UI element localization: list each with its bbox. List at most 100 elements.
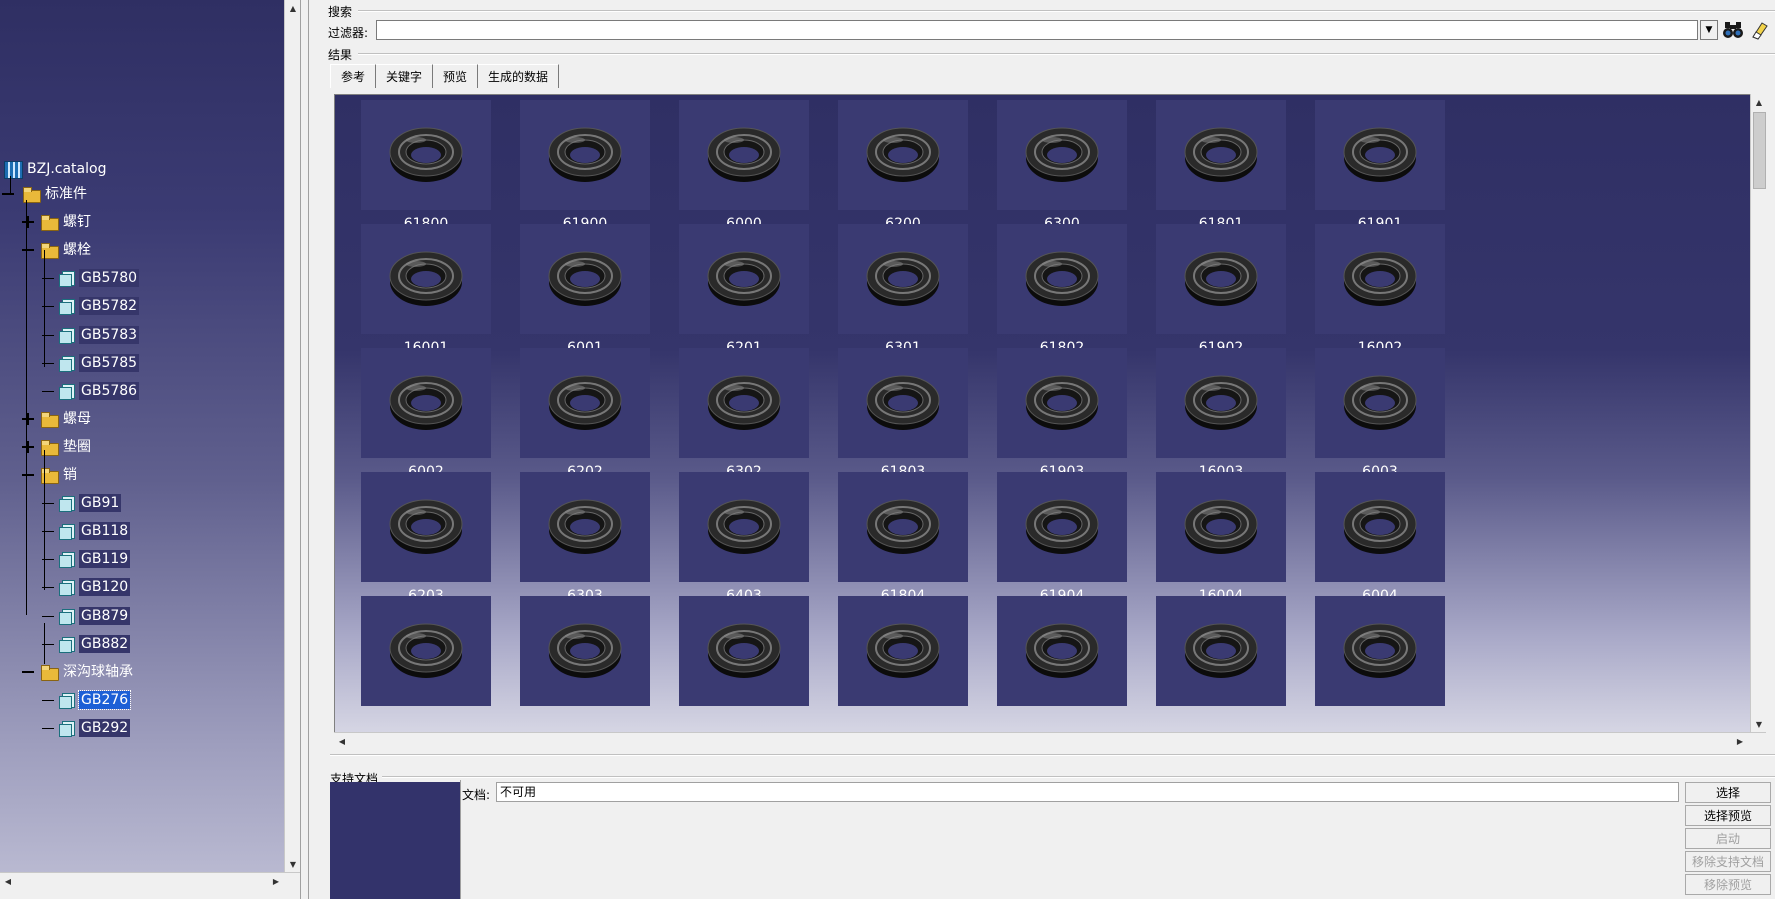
result-item[interactable]: 6003 (1315, 348, 1445, 488)
result-item[interactable]: 61901 (1315, 100, 1445, 240)
document-icon (58, 692, 76, 709)
bearing-thumbnail-icon (1315, 472, 1445, 582)
doc-value-field[interactable]: 不可用 (496, 782, 1679, 802)
tree-horizontal-scrollbar[interactable]: ◀ ▶ (0, 872, 300, 889)
tree-node[interactable]: GB879 (58, 605, 131, 627)
result-item[interactable]: 61800 (361, 100, 491, 240)
expand-plus-icon[interactable] (22, 412, 34, 425)
scroll-left-arrow-icon[interactable]: ◀ (334, 733, 350, 749)
result-item[interactable]: 6301 (838, 224, 968, 364)
result-item[interactable]: 16004 (1156, 472, 1286, 612)
result-item[interactable]: 6001 (520, 224, 650, 364)
tab-preview[interactable]: 预览 (433, 64, 479, 88)
result-item[interactable]: 6202 (520, 348, 650, 488)
tree-node[interactable]: GB292 (58, 717, 131, 739)
folder-icon (22, 186, 41, 203)
result-item[interactable]: 6302 (679, 348, 809, 488)
tab-generated-data[interactable]: 生成的数据 (478, 64, 560, 88)
bearing-thumbnail-icon (838, 596, 968, 706)
scroll-down-arrow-icon[interactable]: ▼ (1751, 716, 1767, 732)
result-item[interactable] (997, 596, 1127, 733)
result-item[interactable]: 61804 (838, 472, 968, 612)
tree-node[interactable]: 垫圈 (40, 436, 93, 458)
tree-node[interactable]: 螺母 (40, 408, 93, 430)
result-item[interactable]: 6200 (838, 100, 968, 240)
tree-node-label: GB5780 (79, 269, 140, 288)
scroll-thumb[interactable] (1753, 112, 1766, 189)
launch-button[interactable]: 启动 (1685, 828, 1771, 849)
result-item[interactable]: 6300 (997, 100, 1127, 240)
collapse-minus-icon[interactable] (22, 244, 34, 256)
result-item[interactable]: 61802 (997, 224, 1127, 364)
select-preview-button[interactable]: 选择预览 (1685, 805, 1771, 826)
result-item[interactable]: 6002 (361, 348, 491, 488)
remove-support-doc-button[interactable]: 移除支持文档 (1685, 851, 1771, 872)
result-item[interactable] (838, 596, 968, 733)
result-item[interactable] (1315, 596, 1445, 733)
results-horizontal-scrollbar[interactable]: ◀ ▶ (334, 732, 1766, 749)
results-vertical-scrollbar[interactable]: ▲ ▼ (1750, 94, 1767, 732)
tree-node[interactable]: GB276 (58, 689, 132, 711)
tree-vertical-scrollbar[interactable]: ▲ ▼ (284, 0, 301, 872)
scroll-left-arrow-icon[interactable]: ◀ (0, 873, 16, 889)
expand-plus-icon[interactable] (22, 440, 34, 453)
result-item[interactable]: 61902 (1156, 224, 1286, 364)
remove-preview-button[interactable]: 移除预览 (1685, 874, 1771, 895)
eraser-clear-icon[interactable] (1747, 18, 1771, 42)
filter-input[interactable] (376, 20, 1698, 40)
bearing-thumbnail-icon (361, 100, 491, 210)
collapse-minus-icon[interactable] (22, 469, 34, 481)
select-button[interactable]: 选择 (1685, 782, 1771, 803)
scroll-up-arrow-icon[interactable]: ▲ (1751, 94, 1767, 110)
tree-node[interactable]: GB91 (58, 492, 122, 514)
tree-node[interactable]: GB119 (58, 548, 131, 570)
expand-plus-icon[interactable] (22, 216, 34, 229)
collapse-minus-icon[interactable] (22, 666, 34, 678)
search-group-divider (358, 10, 1775, 12)
tree-node[interactable]: GB882 (58, 633, 131, 655)
binoculars-search-icon[interactable] (1721, 18, 1745, 42)
tree-node[interactable]: GB5785 (58, 352, 140, 374)
tab-keywords[interactable]: 关键字 (376, 64, 434, 88)
tree-node[interactable]: GB5780 (58, 267, 140, 289)
filter-dropdown-chevron-down-icon[interactable]: ▼ (1700, 20, 1718, 40)
result-item[interactable]: 61903 (997, 348, 1127, 488)
result-item[interactable]: 6000 (679, 100, 809, 240)
scroll-right-arrow-icon[interactable]: ▶ (1732, 733, 1748, 749)
result-item[interactable]: 16001 (361, 224, 491, 364)
result-item[interactable] (361, 596, 491, 733)
result-item[interactable] (520, 596, 650, 733)
result-item[interactable]: 6303 (520, 472, 650, 612)
scroll-right-arrow-icon[interactable]: ▶ (268, 873, 284, 889)
tree-node[interactable]: 螺钉 (40, 211, 93, 233)
result-item[interactable] (1156, 596, 1286, 733)
result-item[interactable]: 61900 (520, 100, 650, 240)
tree-node[interactable]: GB5783 (58, 324, 140, 346)
tree-node[interactable]: 深沟球轴承 (40, 661, 135, 683)
result-item[interactable]: 6403 (679, 472, 809, 612)
result-item[interactable]: 6203 (361, 472, 491, 612)
result-item[interactable]: 61904 (997, 472, 1127, 612)
scroll-up-arrow-icon[interactable]: ▲ (285, 0, 301, 16)
tree-node[interactable]: GB118 (58, 520, 131, 542)
tree-node[interactable]: GB120 (58, 576, 131, 598)
result-item[interactable]: 6004 (1315, 472, 1445, 612)
tree-node[interactable]: GB5786 (58, 380, 140, 402)
tree-root[interactable]: BZJ.catalog (4, 158, 108, 180)
panel-splitter[interactable] (300, 0, 309, 899)
catalog-tree[interactable]: BZJ.catalog 标准件螺钉螺栓 GB5780 GB5782 GB5783 GB5… (0, 0, 284, 872)
tree-node[interactable]: 标准件 (22, 183, 89, 205)
tree-node[interactable]: GB5782 (58, 295, 140, 317)
scroll-down-arrow-icon[interactable]: ▼ (285, 856, 301, 872)
results-grid[interactable]: 6180061900600062006300618016190116001600… (334, 94, 1751, 734)
tree-node[interactable]: 螺栓 (40, 239, 93, 261)
result-item[interactable]: 61803 (838, 348, 968, 488)
result-item[interactable]: 16002 (1315, 224, 1445, 364)
result-item[interactable]: 61801 (1156, 100, 1286, 240)
result-item[interactable] (679, 596, 809, 733)
collapse-minus-icon[interactable] (2, 188, 14, 200)
result-item[interactable]: 6201 (679, 224, 809, 364)
tab-reference[interactable]: 参考 (330, 64, 377, 88)
result-item[interactable]: 16003 (1156, 348, 1286, 488)
tree-node[interactable]: 销 (40, 464, 79, 486)
